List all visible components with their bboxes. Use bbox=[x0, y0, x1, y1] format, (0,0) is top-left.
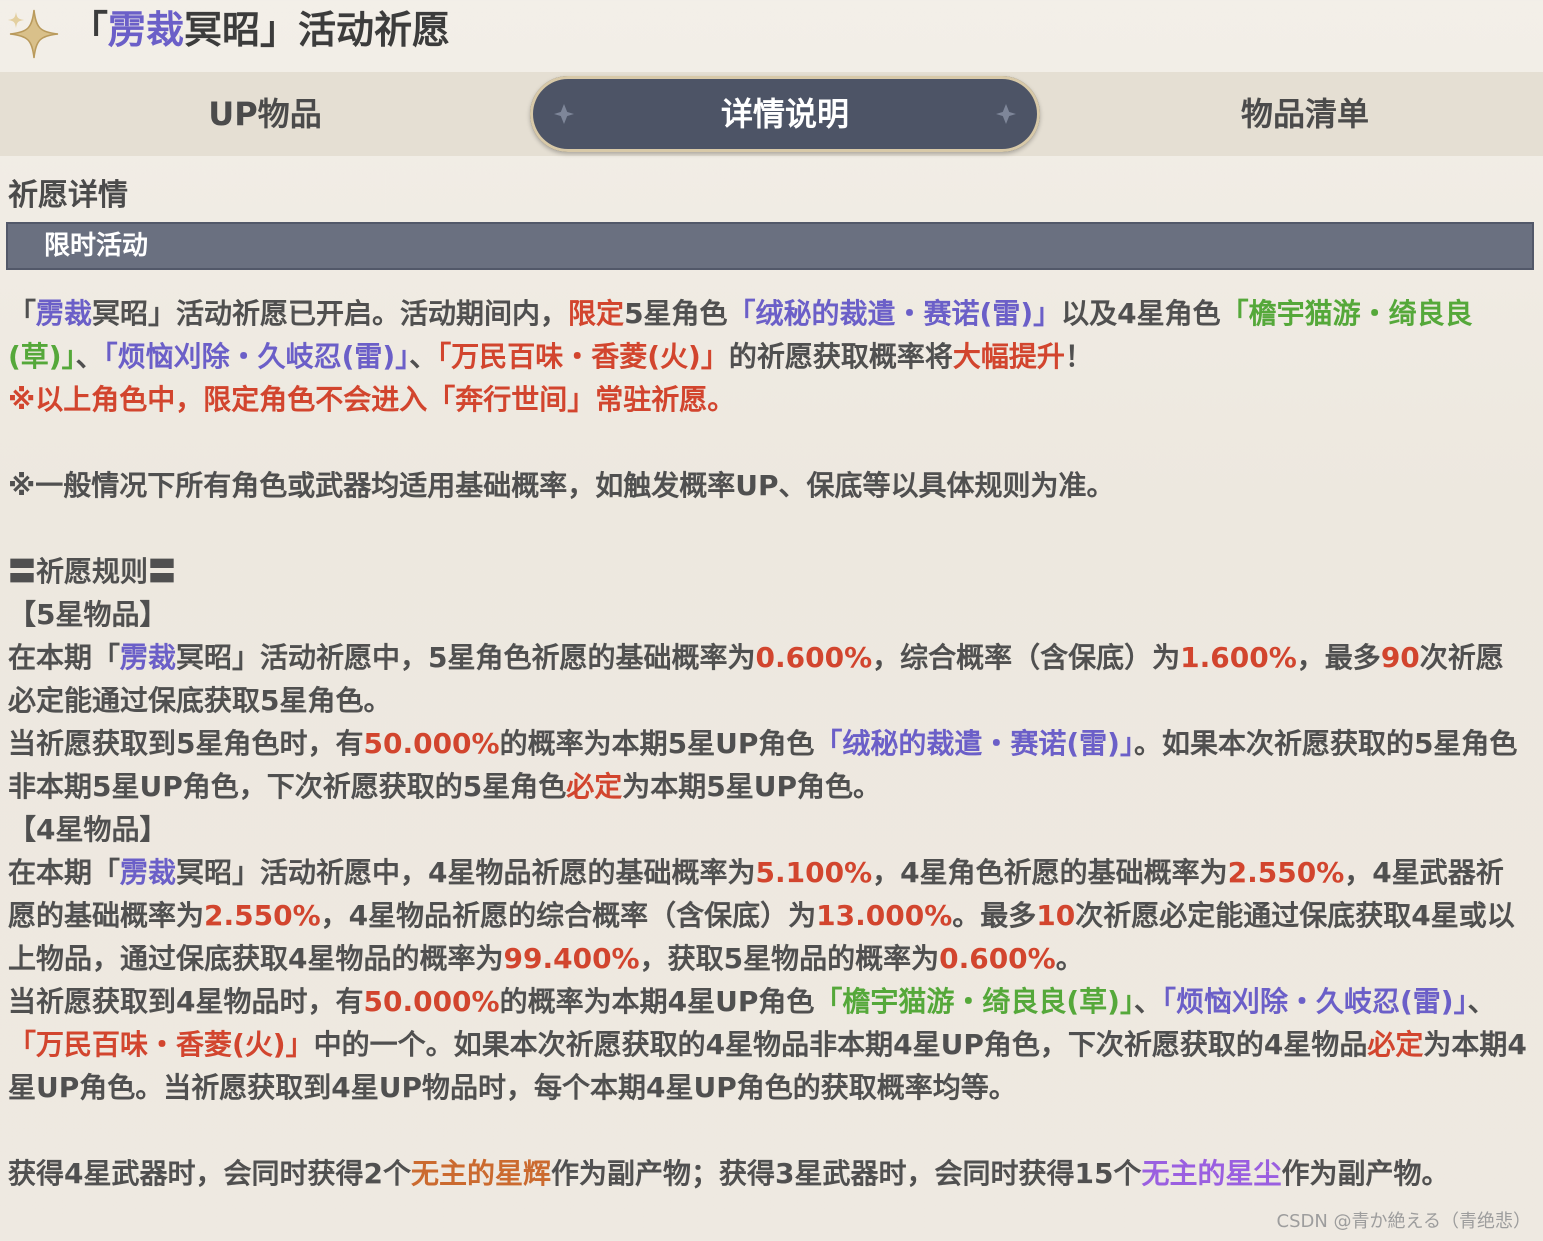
four-star-rate-paragraph: 在本期「雳裁冥昭」活动祈愿中，4星物品祈愿的基础概率为5.100%，4星角色祈愿… bbox=[8, 856, 1515, 975]
intro-paragraph: 「雳裁冥昭」活动祈愿已开启。活动期间内，限定5星角色「绒秘的裁遣・赛诺(雷)」以… bbox=[8, 297, 1473, 373]
four-star-header: 【4星物品】 bbox=[8, 813, 168, 846]
tab-up-items[interactable]: UP物品 bbox=[0, 72, 530, 156]
rules-title: 〓祈愿规则〓 bbox=[8, 555, 177, 588]
watermark: CSDN @青か絶える（青绝悲） bbox=[1276, 1211, 1532, 1232]
five-star-header: 【5星物品】 bbox=[8, 598, 168, 631]
note-text: ※一般情况下所有角色或武器均适用基础概率，如触发概率UP、保底等以具体规则为准。 bbox=[8, 469, 1115, 502]
category-bar: 限时活动 bbox=[6, 222, 1534, 270]
page-title: 「雳裁冥昭」活动祈愿 bbox=[70, 8, 451, 52]
tab-details-label: 详情说明 bbox=[720, 95, 849, 133]
title-bar: 「雳裁冥昭」活动祈愿 bbox=[0, 0, 1543, 66]
five-star-rate-paragraph: 在本期「雳裁冥昭」活动祈愿中，5星角色祈愿的基础概率为0.600%，综合概率（含… bbox=[8, 641, 1504, 717]
five-star-up-paragraph: 当祈愿获取到5星角色时，有50.000%的概率为本期5星UP角色「绒秘的裁遣・赛… bbox=[8, 727, 1518, 803]
tab-bar: UP物品 详情说明 物品清单 bbox=[0, 72, 1543, 156]
category-label: 限时活动 bbox=[44, 231, 149, 261]
tab-details[interactable]: 详情说明 bbox=[530, 76, 1040, 152]
byproduct-paragraph: 获得4星武器时，会同时获得2个无主的星辉作为副产物；获得3星武器时，会同时获得1… bbox=[8, 1157, 1450, 1190]
four-star-up-paragraph: 当祈愿获取到4星物品时，有50.000%的概率为本期4星UP角色「檐宇猫游・绮良… bbox=[8, 985, 1527, 1104]
sparkle-star-icon bbox=[8, 9, 59, 59]
details-content: 「雳裁冥昭」活动祈愿已开启。活动期间内，限定5星角色「绒秘的裁遣・赛诺(雷)」以… bbox=[8, 292, 1528, 1195]
warning-text: ※以上角色中，限定角色不会进入「奔行世间」常驻祈愿。 bbox=[8, 383, 736, 416]
tab-item-list[interactable]: 物品清单 bbox=[1040, 72, 1543, 156]
section-title: 祈愿详情 bbox=[8, 178, 128, 213]
diamond-ornament-icon bbox=[996, 104, 1016, 124]
